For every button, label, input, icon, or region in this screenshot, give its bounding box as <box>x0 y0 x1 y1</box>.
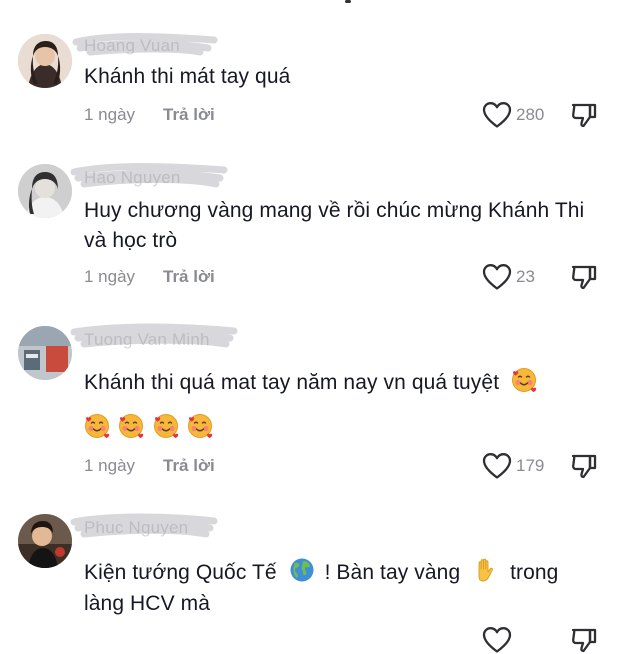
like-count: 280 <box>516 105 545 124</box>
smiling-face-with-hearts-icon <box>153 413 179 439</box>
comment-username[interactable]: Tuong Van Minh <box>84 330 210 350</box>
comment-username[interactable]: Hoang Vuan <box>84 36 180 56</box>
avatar[interactable] <box>18 34 72 88</box>
comment-text-part: ! Bàn tay vàng <box>324 561 461 584</box>
reply-button[interactable]: Trả lời <box>163 456 215 476</box>
smiling-face-with-hearts-icon <box>511 367 537 393</box>
comment-username[interactable]: Hao Nguyen <box>84 168 181 188</box>
thumbs-down-outline-icon[interactable] <box>570 452 598 480</box>
comment-text-line: Khánh thi quá mat tay năm nay vn quá tuy… <box>84 367 594 398</box>
heart-outline-icon[interactable] <box>482 626 512 654</box>
avatar[interactable] <box>18 326 72 380</box>
thumbs-down-outline-icon[interactable] <box>570 101 598 129</box>
avatar[interactable] <box>18 514 72 568</box>
smiling-face-with-hearts-icon <box>84 413 110 439</box>
emoji-row <box>84 413 217 440</box>
user-avatar-photo-icon <box>18 34 72 88</box>
reply-button[interactable]: Trả lời <box>163 267 215 287</box>
globe-icon <box>289 557 315 583</box>
comment-text: Khánh thi mát tay quá <box>84 65 291 88</box>
smiling-face-with-hearts-icon <box>118 413 144 439</box>
top-edge-artifact <box>345 0 351 3</box>
comment-text-line-1: Kiện tướng Quốc Tế ! Bàn tay vàng trong <box>84 557 594 588</box>
user-avatar-photo-icon <box>18 514 72 568</box>
thumbs-down-outline-icon[interactable] <box>570 263 598 291</box>
comment-username[interactable]: Phuc Nguyen <box>84 518 188 538</box>
user-avatar-photo-icon <box>18 326 72 380</box>
smiling-face-with-hearts-icon <box>187 413 213 439</box>
heart-outline-icon[interactable] <box>482 101 512 129</box>
avatar[interactable] <box>18 164 72 218</box>
user-avatar-photo-icon <box>18 164 72 218</box>
comment-text-part: Kiện tướng Quốc Tế <box>84 561 277 584</box>
comment-text-part: trong <box>510 561 559 584</box>
raised-hand-icon <box>472 557 498 583</box>
comment-text: Huy chương vàng mang về rồi chúc mừng Kh… <box>84 199 585 252</box>
comment-text: Khánh thi quá mat tay năm nay vn quá tuy… <box>84 371 500 394</box>
thumbs-down-outline-icon[interactable] <box>570 626 598 654</box>
like-count: 23 <box>516 267 535 286</box>
comment-text-line-2: làng HCV mà <box>84 592 210 615</box>
comment-time: 1 ngày <box>84 105 136 124</box>
reply-button[interactable]: Trả lời <box>163 105 215 125</box>
comment-time: 1 ngày <box>84 267 136 286</box>
like-count: 179 <box>516 456 545 475</box>
heart-outline-icon[interactable] <box>482 452 512 480</box>
comment-time: 1 ngày <box>84 456 136 475</box>
heart-outline-icon[interactable] <box>482 263 512 291</box>
